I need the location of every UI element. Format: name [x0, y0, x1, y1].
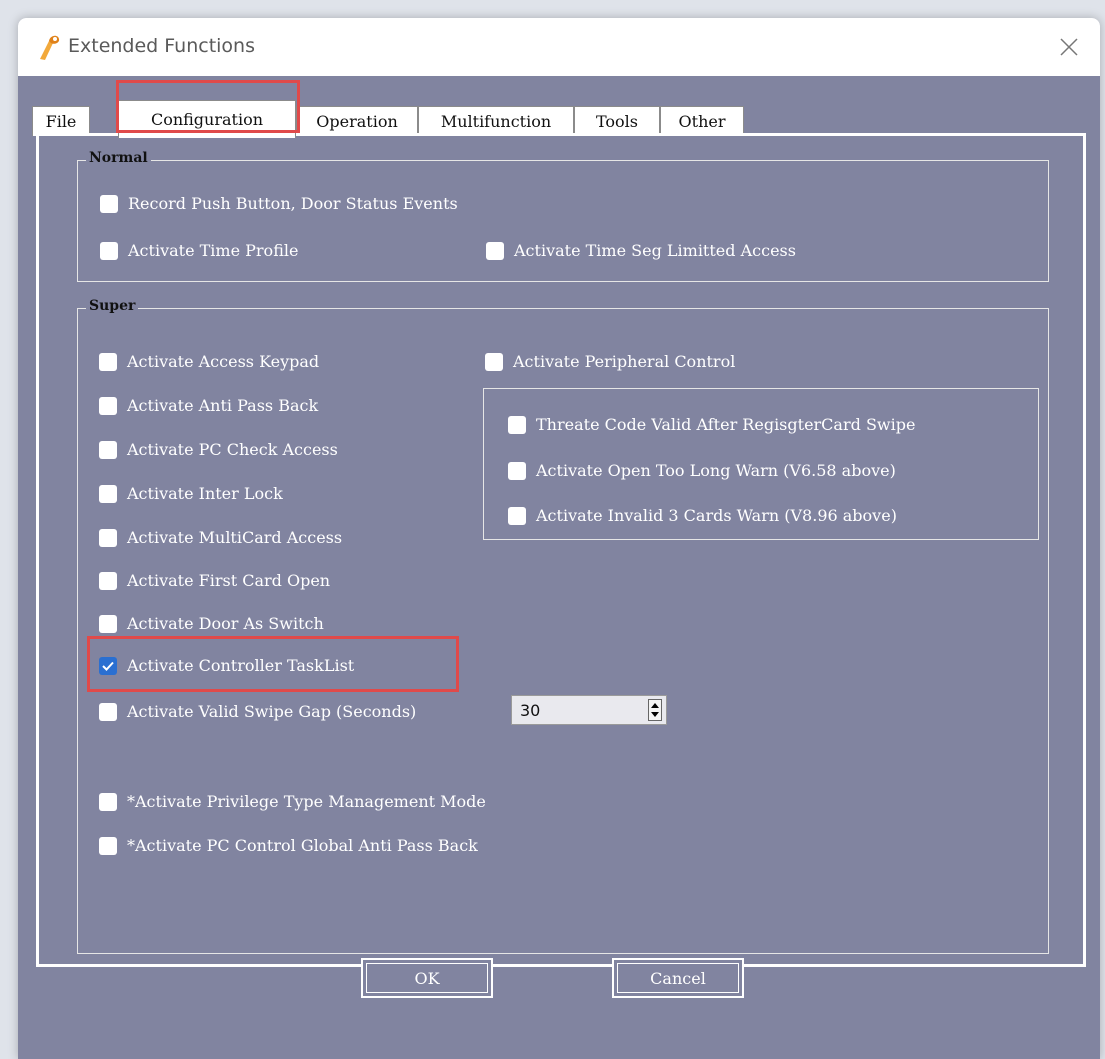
activate-access-keypad-checkbox[interactable]: Activate Access Keypad: [99, 352, 319, 371]
activate-time-profile-checkbox[interactable]: Activate Time Profile: [100, 241, 298, 260]
checkbox-box: [99, 571, 117, 590]
checkbox-box: [99, 792, 117, 811]
configuration-tab-highlight: [116, 80, 300, 133]
activate-invalid-3-cards-checkbox[interactable]: Activate Invalid 3 Cards Warn (V8.96 abo…: [508, 506, 897, 525]
activate-door-as-switch-checkbox[interactable]: Activate Door As Switch: [99, 614, 324, 633]
ok-button[interactable]: OK: [361, 958, 493, 998]
normal-group-label: Normal: [86, 150, 151, 166]
activate-open-too-long-checkbox[interactable]: Activate Open Too Long Warn (V6.58 above…: [508, 461, 896, 480]
close-icon[interactable]: [1050, 28, 1088, 66]
tab-multifunction[interactable]: Multifunction: [418, 106, 574, 136]
checkbox-box: [99, 836, 117, 855]
checkbox-box: [99, 440, 117, 459]
checkbox-label: Activate Time Seg Limitted Access: [514, 241, 796, 260]
super-group-label: Super: [86, 298, 139, 314]
checkbox-box: [99, 528, 117, 547]
checkbox-label: Activate Anti Pass Back: [127, 396, 319, 415]
checkbox-box: [508, 461, 526, 480]
checkbox-box: [508, 415, 526, 434]
cancel-button[interactable]: Cancel: [612, 958, 744, 998]
normal-group: Normal Record Push Button, Door Status E…: [77, 150, 1049, 282]
activate-valid-swipe-gap-checkbox[interactable]: Activate Valid Swipe Gap (Seconds): [99, 702, 416, 721]
activate-anti-pass-back-checkbox[interactable]: Activate Anti Pass Back: [99, 396, 318, 415]
checkbox-box: [99, 396, 117, 415]
tab-file[interactable]: File: [32, 106, 90, 136]
checkbox-label: Activate First Card Open: [127, 571, 331, 590]
tab-tools[interactable]: Tools: [574, 106, 660, 136]
configuration-panel: Normal Record Push Button, Door Status E…: [36, 133, 1086, 967]
checkbox-label: Activate MultiCard Access: [127, 528, 343, 547]
checkbox-label: Activate Time Profile: [128, 241, 299, 260]
checkbox-label: Activate Valid Swipe Gap (Seconds): [127, 702, 417, 721]
checkbox-box: [100, 241, 118, 260]
checkbox-label: Activate Peripheral Control: [513, 352, 736, 371]
activate-peripheral-control-checkbox[interactable]: Activate Peripheral Control: [485, 352, 735, 371]
tab-other[interactable]: Other: [660, 106, 744, 136]
checkbox-box: [508, 506, 526, 525]
threate-code-checkbox[interactable]: Threate Code Valid After RegisgterCard S…: [508, 415, 915, 434]
activate-time-seg-checkbox[interactable]: Activate Time Seg Limitted Access: [486, 241, 796, 260]
checkbox-label: Record Push Button, Door Status Events: [128, 194, 458, 213]
activate-first-card-open-checkbox[interactable]: Activate First Card Open: [99, 571, 330, 590]
checkbox-label: Activate Open Too Long Warn (V6.58 above…: [536, 461, 896, 480]
extended-functions-window: Extended Functions File Configuration Op…: [18, 18, 1100, 1059]
swipe-gap-value: 30: [520, 701, 541, 720]
checkbox-label: *Activate PC Control Global Anti Pass Ba…: [127, 836, 478, 855]
checkbox-box: [486, 241, 504, 260]
checkbox-box: [99, 352, 117, 371]
window-title: Extended Functions: [68, 35, 255, 57]
activate-pc-check-access-checkbox[interactable]: Activate PC Check Access: [99, 440, 338, 459]
checkbox-label: Activate Inter Lock: [127, 484, 283, 503]
checkbox-box: [99, 702, 117, 721]
checkbox-label: *Activate Privilege Type Management Mode: [127, 792, 486, 811]
activate-pc-control-global-checkbox[interactable]: *Activate PC Control Global Anti Pass Ba…: [99, 836, 478, 855]
checkbox-box: [100, 194, 118, 213]
checkbox-label: Activate Door As Switch: [127, 614, 324, 633]
swipe-gap-spinner[interactable]: 30: [511, 695, 667, 725]
spinner-arrows-icon[interactable]: [648, 699, 662, 721]
peripheral-options-group: Threate Code Valid After RegisgterCard S…: [483, 388, 1039, 540]
checkbox-label: Activate PC Check Access: [127, 440, 338, 459]
checkbox-box: [485, 352, 503, 371]
checkbox-box: [99, 484, 117, 503]
activate-privilege-type-checkbox[interactable]: *Activate Privilege Type Management Mode: [99, 792, 486, 811]
checkbox-box: [99, 614, 117, 633]
checkbox-label: Threate Code Valid After RegisgterCard S…: [536, 415, 916, 434]
title-bar: Extended Functions: [18, 18, 1100, 76]
tasklist-highlight: [87, 636, 459, 692]
app-icon: [36, 33, 62, 61]
activate-multicard-access-checkbox[interactable]: Activate MultiCard Access: [99, 528, 342, 547]
record-push-button-checkbox[interactable]: Record Push Button, Door Status Events: [100, 194, 458, 213]
tab-operation[interactable]: Operation: [296, 106, 418, 136]
checkbox-label: Activate Invalid 3 Cards Warn (V8.96 abo…: [536, 506, 897, 525]
activate-inter-lock-checkbox[interactable]: Activate Inter Lock: [99, 484, 283, 503]
checkbox-label: Activate Access Keypad: [127, 352, 320, 371]
